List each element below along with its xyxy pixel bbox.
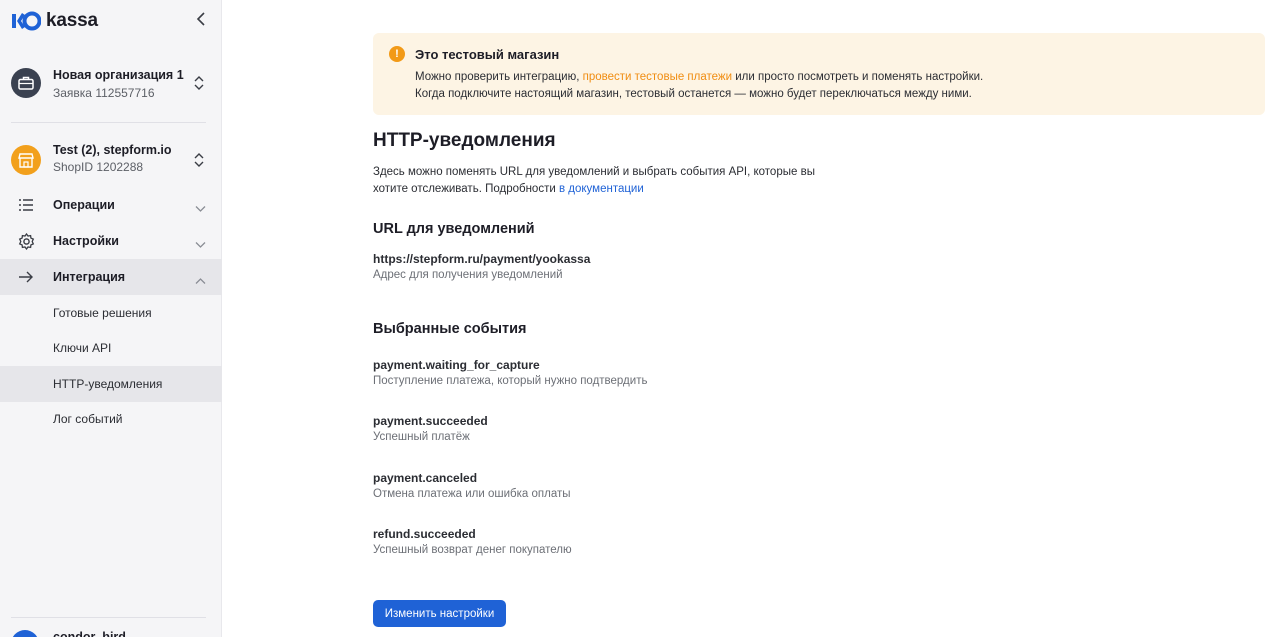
- events-section-title: Выбранные события: [373, 321, 527, 337]
- nav-label: Операции: [53, 198, 115, 212]
- subnav-item-event-log[interactable]: Лог событий: [0, 401, 222, 437]
- chevron-down-icon: [195, 200, 206, 218]
- chevron-left-icon: [196, 11, 206, 31]
- event-description: Отмена платежа или ошибка оплаты: [373, 488, 571, 500]
- event-description: Успешный платёж: [373, 431, 470, 443]
- chevron-up-icon: [195, 272, 206, 290]
- avatar: [11, 630, 39, 637]
- subnav-label: Готовые решения: [53, 306, 152, 320]
- subnav-label: Ключи API: [53, 341, 112, 355]
- user-name: condor_bird: [53, 630, 126, 637]
- collapse-sidebar-button[interactable]: [190, 10, 212, 32]
- shop-id: ShopID 1202288: [53, 160, 144, 174]
- warning-icon: !: [389, 46, 405, 62]
- event-name: payment.succeeded: [373, 414, 488, 428]
- main-content: ! Это тестовый магазин Можно проверить и…: [223, 0, 1280, 637]
- event-description: Поступление платежа, который нужно подтв…: [373, 375, 648, 387]
- nav-label: Настройки: [53, 234, 119, 248]
- test-payments-link[interactable]: провести тестовые платежи: [583, 71, 732, 83]
- notification-url: https://stepform.ru/payment/yookassa: [373, 252, 591, 266]
- chevron-up-down-icon: [194, 152, 204, 173]
- subnav-label: HTTP-уведомления: [53, 377, 163, 391]
- url-section-title: URL для уведомлений: [373, 221, 535, 237]
- banner-text-part: Можно проверить интеграцию,: [415, 71, 583, 83]
- page-intro: Здесь можно поменять URL для уведомлений…: [373, 164, 853, 198]
- nav-item-settings[interactable]: Настройки: [0, 223, 222, 259]
- event-name: payment.waiting_for_capture: [373, 358, 540, 372]
- org-name: Новая организация 1: [53, 68, 184, 82]
- shop-switcher[interactable]: Test (2), stepform.io ShopID 1202288: [0, 138, 222, 184]
- banner-text-part: Когда подключите настоящий магазин, тест…: [415, 88, 972, 100]
- chevron-down-icon: [195, 236, 206, 254]
- subnav-item-ready-solutions[interactable]: Готовые решения: [0, 295, 222, 331]
- page-title: HTTP-уведомления: [373, 130, 556, 151]
- shop-name: Test (2), stepform.io: [53, 143, 172, 157]
- event-name: payment.canceled: [373, 471, 478, 485]
- divider: [11, 617, 206, 618]
- nav-item-integration[interactable]: Интеграция: [0, 259, 222, 295]
- edit-settings-button[interactable]: Изменить настройки: [373, 600, 506, 627]
- test-shop-banner: ! Это тестовый магазин Можно проверить и…: [373, 33, 1265, 115]
- list-icon: [17, 196, 35, 214]
- user-menu[interactable]: condor_bird: [0, 620, 222, 637]
- sidebar: kassa Новая организация 1 Заявка 1125577…: [0, 0, 222, 637]
- subnav-item-http-notifications[interactable]: HTTP-уведомления: [0, 366, 222, 402]
- logo-text: kassa: [46, 10, 98, 31]
- divider: [11, 122, 206, 123]
- org-switcher[interactable]: Новая организация 1 Заявка 112557716: [0, 62, 222, 108]
- logo[interactable]: kassa: [11, 10, 98, 32]
- briefcase-icon: [11, 68, 41, 98]
- subnav-label: Лог событий: [53, 412, 123, 426]
- banner-title: Это тестовый магазин: [415, 47, 560, 62]
- org-application-id: Заявка 112557716: [53, 86, 155, 100]
- store-icon: [11, 145, 41, 175]
- chevron-up-down-icon: [194, 75, 204, 96]
- yoo-logo-icon: [11, 10, 41, 32]
- notification-url-hint: Адрес для получения уведомлений: [373, 269, 563, 281]
- banner-text: Можно проверить интеграцию, провести тес…: [415, 69, 983, 103]
- subnav-item-api-keys[interactable]: Ключи API: [0, 330, 222, 366]
- event-name: refund.succeeded: [373, 527, 476, 541]
- banner-text-part: или просто посмотреть и поменять настрой…: [732, 71, 984, 83]
- nav-label: Интеграция: [53, 270, 126, 284]
- gear-icon: [17, 232, 35, 250]
- arrow-right-icon: [17, 268, 35, 286]
- nav-item-operations[interactable]: Операции: [0, 187, 222, 223]
- event-description: Успешный возврат денег покупателю: [373, 544, 572, 556]
- documentation-link[interactable]: в документации: [559, 183, 644, 195]
